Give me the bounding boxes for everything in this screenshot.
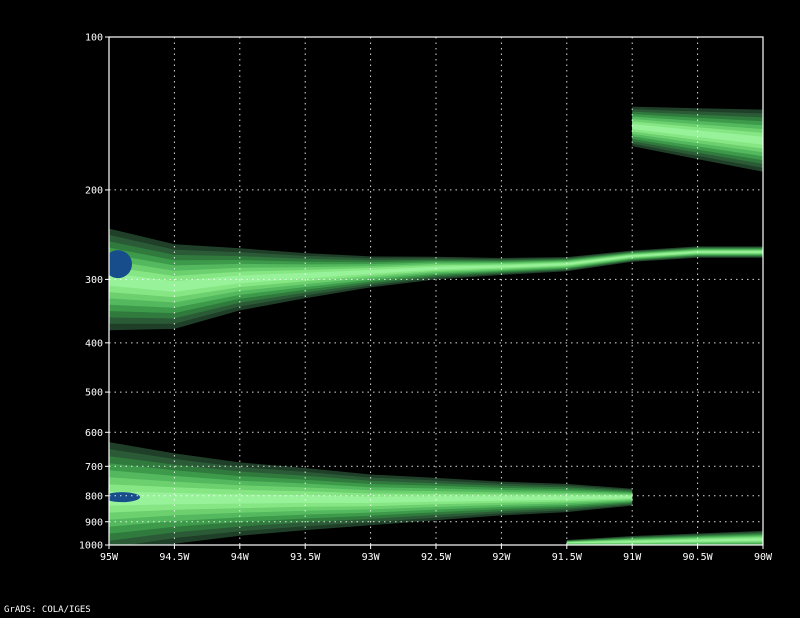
x-tick-label: 90W — [754, 552, 773, 563]
grads-credit: GrADS: COLA/IGES — [4, 605, 91, 615]
y-tick-label: 1000 — [79, 541, 103, 552]
y-tick-label: 600 — [85, 428, 103, 439]
x-tick-label: 95W — [100, 552, 119, 563]
x-tick-label: 91W — [623, 552, 642, 563]
y-tick-label: 700 — [85, 462, 103, 473]
x-tick-label: 94.5W — [159, 552, 190, 563]
x-tick-label: 93W — [362, 552, 381, 563]
y-tick-label: 900 — [85, 517, 103, 528]
y-tick-label: 200 — [85, 185, 103, 196]
y-tick-label: 400 — [85, 338, 103, 349]
x-tick-label: 94W — [231, 552, 250, 563]
y-tick-label: 500 — [85, 388, 103, 399]
x-tick-label: 92.5W — [421, 552, 452, 563]
chart-canvas: 95W 94.5W 94W 93.5W 93W 92.5W 92W 91.5W 91W 90.5W… — [0, 0, 800, 618]
x-tick-label: 92W — [492, 552, 511, 563]
y-tick-label: 800 — [85, 491, 103, 502]
x-tick-label: 93.5W — [290, 552, 321, 563]
x-tick-label: 91.5W — [552, 552, 583, 563]
y-tick-label: 300 — [85, 275, 103, 286]
y-tick-label: 100 — [85, 33, 103, 44]
x-tick-label: 90.5W — [683, 552, 714, 563]
